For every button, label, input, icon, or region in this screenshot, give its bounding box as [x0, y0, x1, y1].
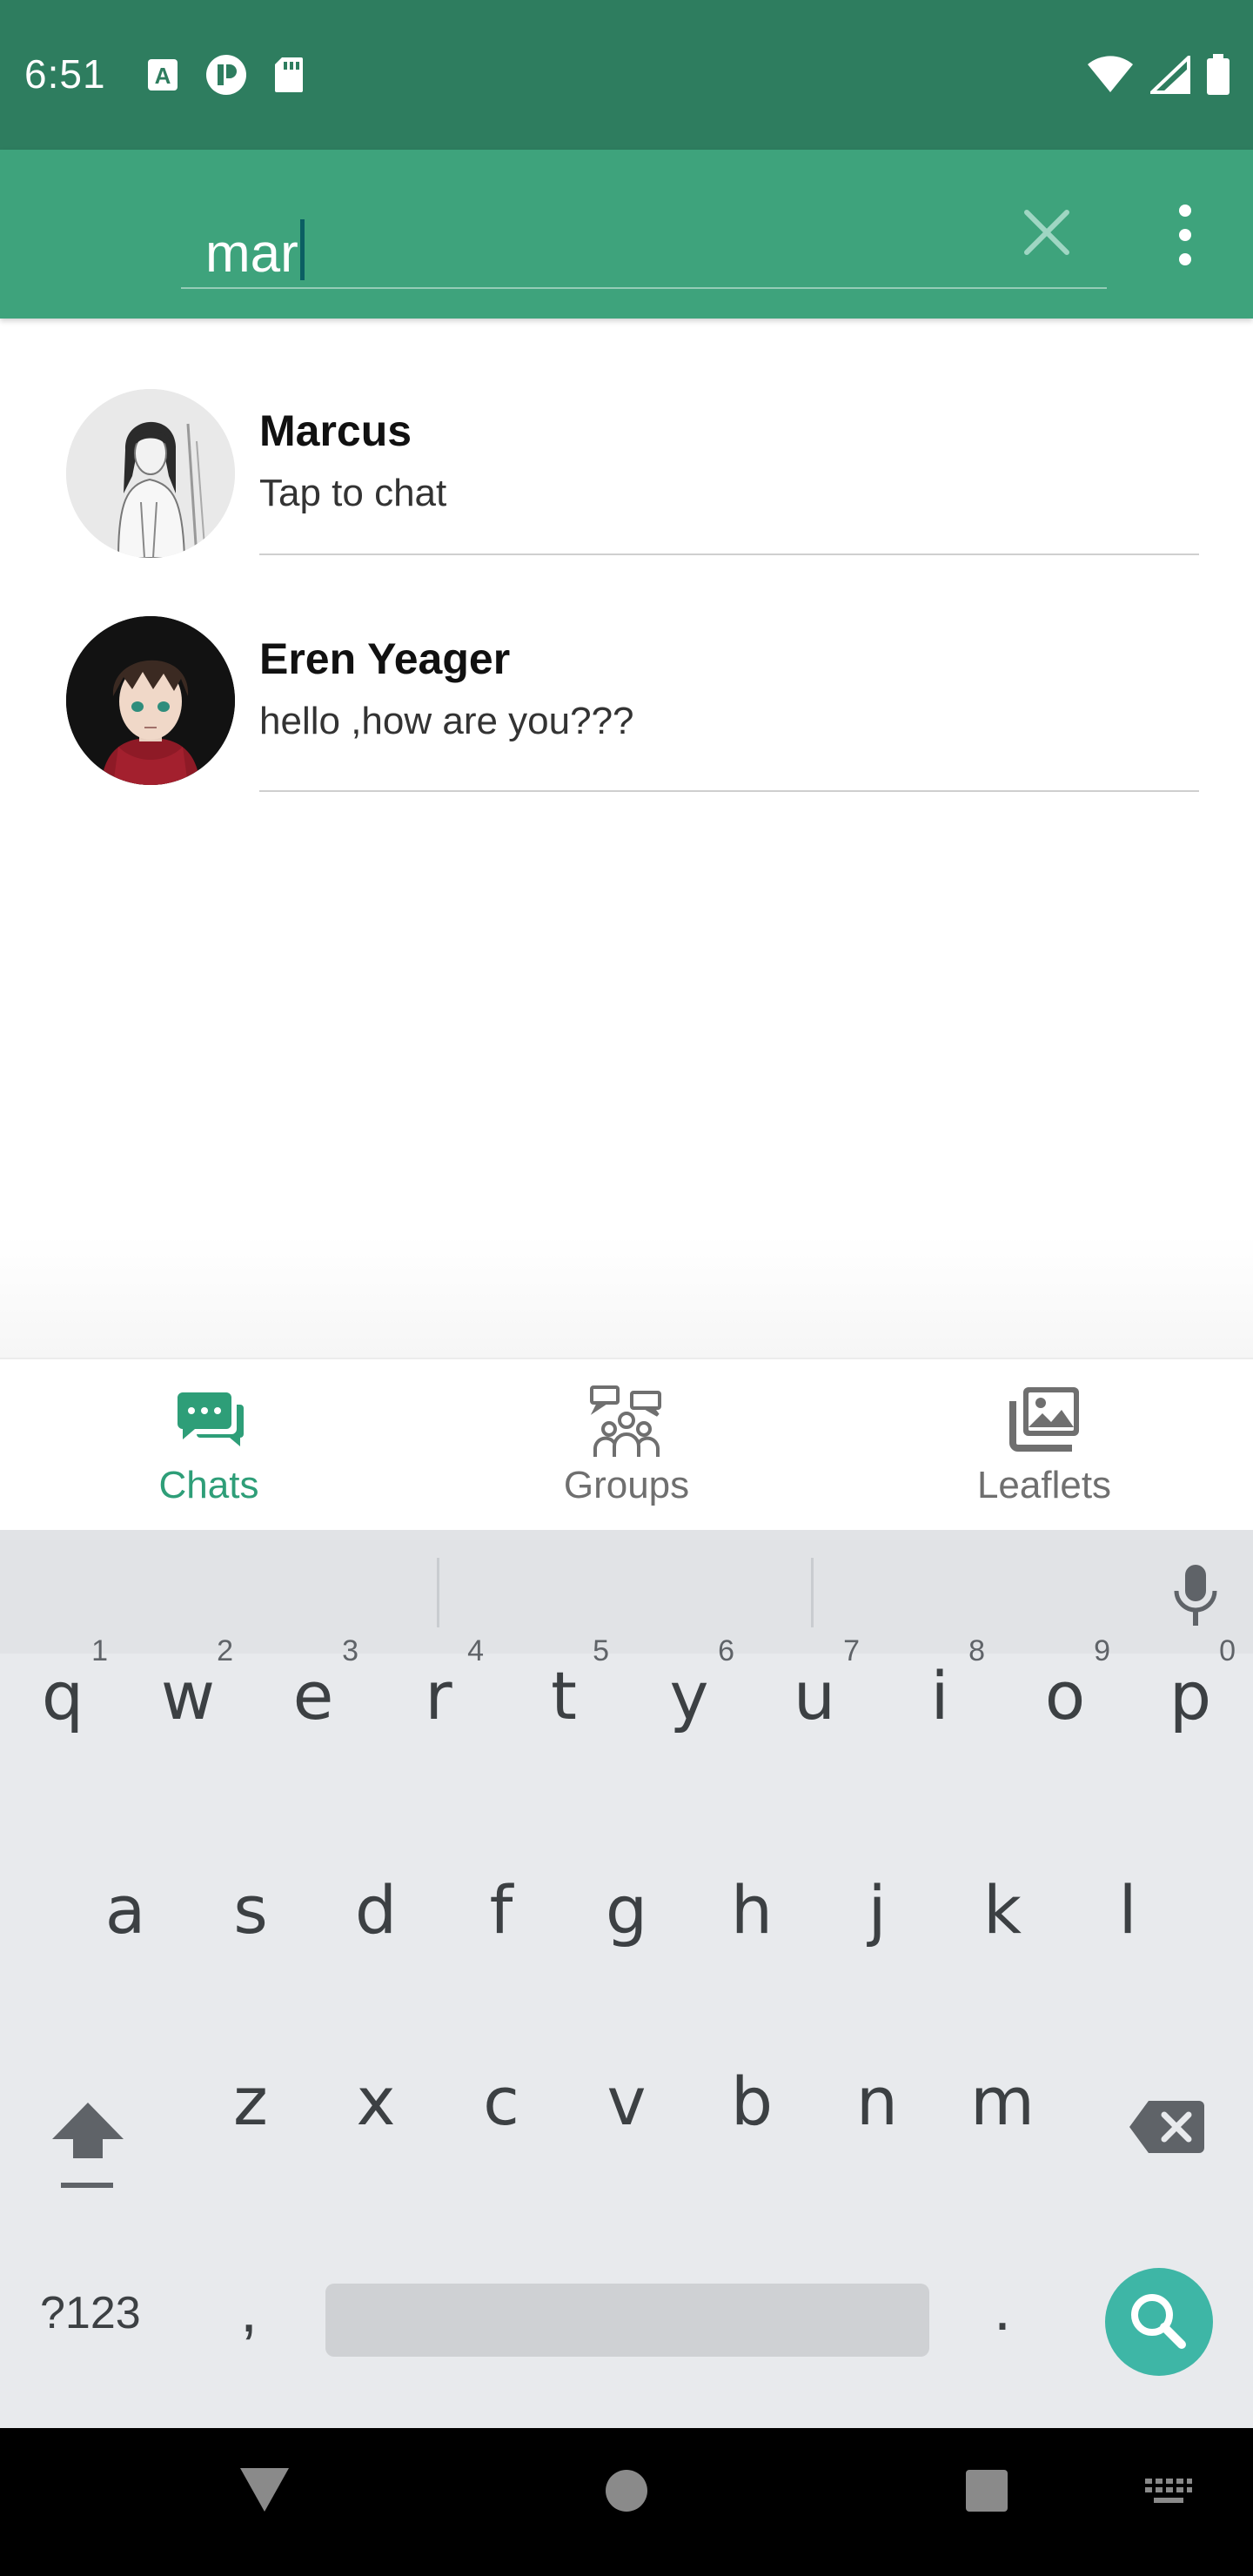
key-label: r	[425, 1657, 452, 1734]
status-bar: 6:51 A	[0, 0, 1253, 150]
key-label: g	[605, 1871, 648, 1949]
key-l[interactable]: l	[1067, 1871, 1189, 2028]
key-p[interactable]: 0p	[1129, 1478, 1251, 1734]
soft-keyboard: 1q2w3e4r5t6y7u8i9o0p asdfghjkl zxcvbnm ?…	[0, 1530, 1253, 2428]
avatar[interactable]	[66, 389, 235, 558]
search-query[interactable]: mar	[205, 219, 305, 281]
back-nav-icon[interactable]	[238, 2465, 291, 2513]
text-caret	[299, 219, 305, 280]
chat-name: Marcus	[259, 406, 412, 455]
key-i[interactable]: 8i	[879, 1478, 1001, 1734]
key-w[interactable]: 2w	[127, 1478, 249, 1734]
shift-icon[interactable]	[49, 2096, 127, 2200]
symbols-key[interactable]: ?123	[40, 2287, 141, 2339]
key-label: o	[1044, 1657, 1086, 1734]
key-r[interactable]: 4r	[378, 1478, 499, 1734]
key-m[interactable]: m	[941, 2063, 1063, 2219]
key-label: m	[969, 2063, 1035, 2140]
chat-list: Marcus Tap to chat Eren Yeager hello ,ho…	[0, 319, 1253, 792]
key-c[interactable]: c	[440, 2063, 562, 2219]
key-label: y	[669, 1657, 709, 1734]
more-vert-icon[interactable]	[1166, 200, 1204, 270]
key-label: u	[793, 1657, 836, 1734]
chat-item-eren-yeager[interactable]: Eren Yeager hello ,how are you???	[0, 555, 1253, 792]
search-input[interactable]: mar	[181, 167, 1107, 289]
space-key[interactable]	[325, 2284, 929, 2357]
group-people-icon	[590, 1385, 661, 1457]
key-u[interactable]: 7u	[754, 1478, 875, 1734]
home-nav-icon[interactable]	[604, 2468, 649, 2513]
key-label: a	[104, 1871, 146, 1949]
key-label: x	[356, 2063, 396, 2140]
chat-item-marcus[interactable]: Marcus Tap to chat	[0, 319, 1253, 558]
period-key[interactable]: .	[994, 2273, 1011, 2345]
avatar[interactable]	[66, 616, 235, 785]
key-a[interactable]: a	[64, 1871, 186, 2028]
status-icons-left: A	[146, 54, 305, 96]
key-d[interactable]: d	[315, 1871, 437, 2028]
sd-card-icon	[275, 57, 303, 92]
key-g[interactable]: g	[566, 1871, 687, 2028]
signal-icon	[1150, 56, 1190, 94]
key-label: n	[855, 2063, 899, 2140]
key-label: h	[730, 1871, 774, 1949]
key-label: j	[868, 1871, 887, 1949]
key-label: w	[160, 1657, 216, 1734]
key-k[interactable]: k	[941, 1871, 1063, 2028]
app-bar: mar	[0, 150, 1253, 319]
key-label: d	[354, 1871, 398, 1949]
a-letter-icon: A	[148, 59, 178, 91]
key-x[interactable]: x	[315, 2063, 437, 2219]
key-label: b	[730, 2063, 774, 2140]
key-y[interactable]: 6y	[628, 1478, 750, 1734]
status-icons-right	[1086, 54, 1230, 96]
chat-bubbles-icon	[178, 1392, 244, 1446]
system-nav-bar	[0, 2428, 1253, 2576]
key-t[interactable]: 5t	[503, 1478, 625, 1734]
recents-nav-icon[interactable]	[964, 2468, 1009, 2513]
key-label: p	[1169, 1657, 1212, 1734]
chat-message: Tap to chat	[259, 472, 447, 514]
divider	[259, 790, 1199, 792]
key-label: t	[551, 1657, 577, 1734]
key-label: e	[292, 1657, 334, 1734]
backspace-icon[interactable]	[1128, 2099, 1206, 2155]
key-j[interactable]: j	[816, 1871, 938, 2028]
image-gallery-icon	[1009, 1387, 1079, 1452]
chat-message: hello ,how are you???	[259, 700, 634, 742]
comma-key[interactable]: ,	[240, 2275, 258, 2346]
key-label: i	[930, 1657, 949, 1734]
chat-name: Eren Yeager	[259, 634, 511, 683]
key-q[interactable]: 1q	[2, 1478, 124, 1734]
key-label: q	[41, 1657, 84, 1734]
key-label: k	[982, 1871, 1022, 1949]
search-icon	[1131, 2294, 1186, 2349]
close-icon[interactable]	[1016, 202, 1077, 263]
key-b[interactable]: b	[691, 2063, 813, 2219]
key-z[interactable]: z	[190, 2063, 312, 2219]
key-label: v	[606, 2063, 647, 2140]
svg-text:A: A	[155, 63, 171, 89]
battery-icon	[1207, 54, 1230, 95]
key-label: f	[489, 1871, 513, 1949]
search-action-key[interactable]	[1105, 2268, 1213, 2376]
status-time: 6:51	[24, 51, 106, 97]
key-label: c	[483, 2063, 519, 2140]
key-h[interactable]: h	[691, 1871, 813, 2028]
wifi-icon	[1088, 56, 1133, 92]
key-f[interactable]: f	[440, 1871, 562, 2028]
list-fade	[0, 1236, 1253, 1358]
key-label: s	[233, 1871, 268, 1949]
key-e[interactable]: 3e	[252, 1478, 374, 1734]
key-label: z	[233, 2063, 268, 2140]
keyboard-switch-icon[interactable]	[1143, 2477, 1194, 2508]
key-n[interactable]: n	[816, 2063, 938, 2219]
key-s[interactable]: s	[190, 1871, 312, 2028]
key-v[interactable]: v	[566, 2063, 687, 2219]
key-label: l	[1118, 1871, 1137, 1949]
key-o[interactable]: 9o	[1004, 1478, 1126, 1734]
p-badge-icon	[206, 55, 246, 95]
